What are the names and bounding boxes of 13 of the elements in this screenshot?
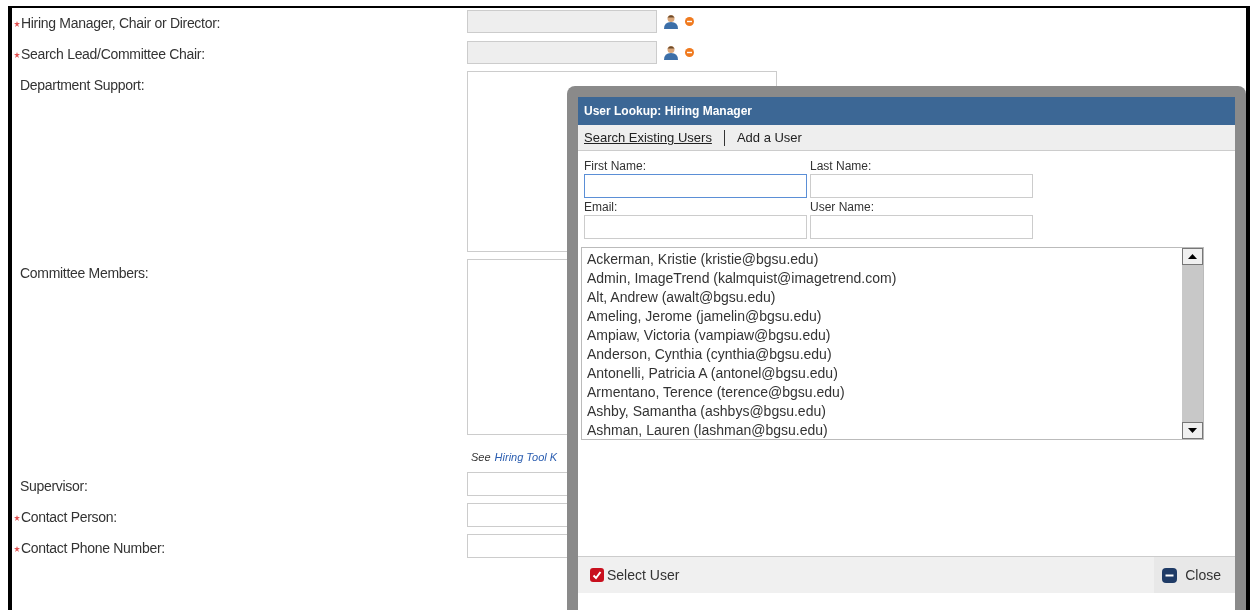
field-label: Supervisor: — [20, 477, 88, 496]
note-text: See — [471, 449, 491, 465]
dialog-title: User Lookup: Hiring Manager — [578, 97, 1235, 125]
field-label: Committee Members: — [20, 264, 149, 283]
field-label: Department Support: — [20, 76, 145, 95]
field-label: Contact Person: — [21, 508, 117, 527]
field-label: Last Name: — [810, 159, 873, 174]
field-label: Contact Phone Number: — [21, 539, 165, 558]
field-label: User Name: — [810, 200, 875, 215]
field-label: First Name: — [584, 159, 647, 174]
field-label: Email: — [584, 200, 619, 215]
field-label: Search Lead/Committee Chair: — [21, 45, 205, 64]
field-label: Hiring Manager, Chair or Director: — [21, 14, 221, 33]
